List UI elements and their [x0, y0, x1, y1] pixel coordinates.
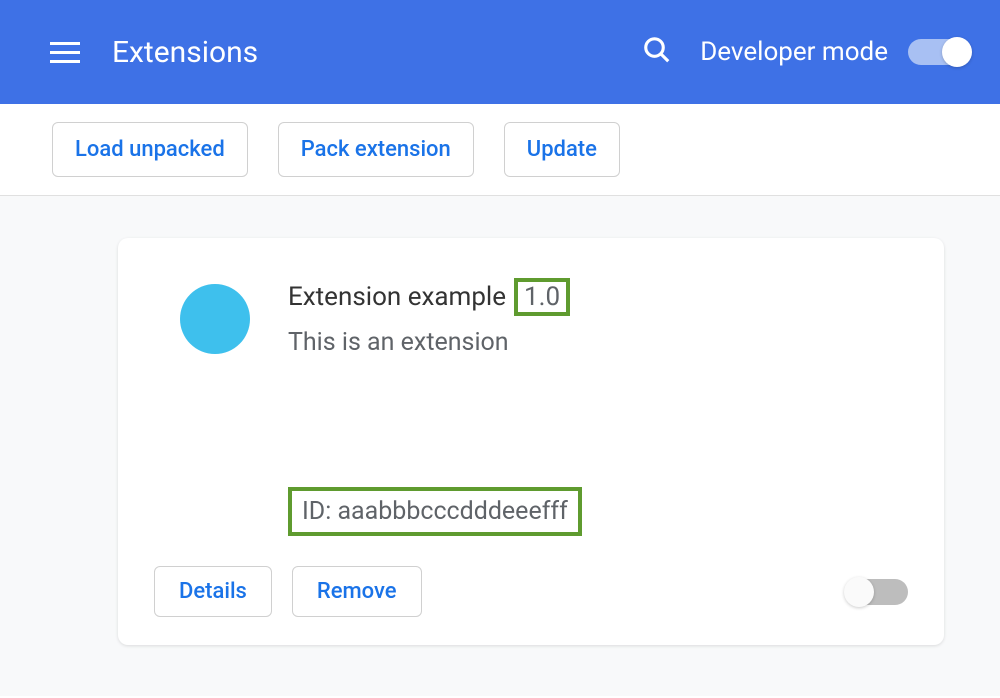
menu-icon[interactable]	[50, 42, 80, 63]
update-button[interactable]: Update	[504, 122, 620, 177]
extension-icon	[180, 284, 250, 354]
page-title: Extensions	[112, 35, 642, 70]
extension-enable-toggle[interactable]	[846, 579, 908, 605]
remove-button[interactable]: Remove	[292, 566, 422, 617]
extension-name: Extension example	[288, 282, 506, 312]
content-area: Extension example 1.0 This is an extensi…	[0, 196, 1000, 696]
toolbar: Load unpacked Pack extension Update	[0, 104, 1000, 196]
extension-id: ID: aaabbbcccdddeeefff	[288, 487, 582, 536]
details-button[interactable]: Details	[154, 566, 272, 617]
pack-extension-button[interactable]: Pack extension	[278, 122, 474, 177]
load-unpacked-button[interactable]: Load unpacked	[52, 122, 248, 177]
developer-mode-label: Developer mode	[700, 37, 888, 67]
extension-description: This is an extension	[288, 328, 908, 357]
developer-mode-toggle[interactable]	[908, 39, 970, 65]
header: Extensions Developer mode	[0, 0, 1000, 104]
search-icon[interactable]	[642, 35, 672, 69]
extension-card: Extension example 1.0 This is an extensi…	[118, 238, 944, 645]
extension-version: 1.0	[514, 278, 570, 316]
